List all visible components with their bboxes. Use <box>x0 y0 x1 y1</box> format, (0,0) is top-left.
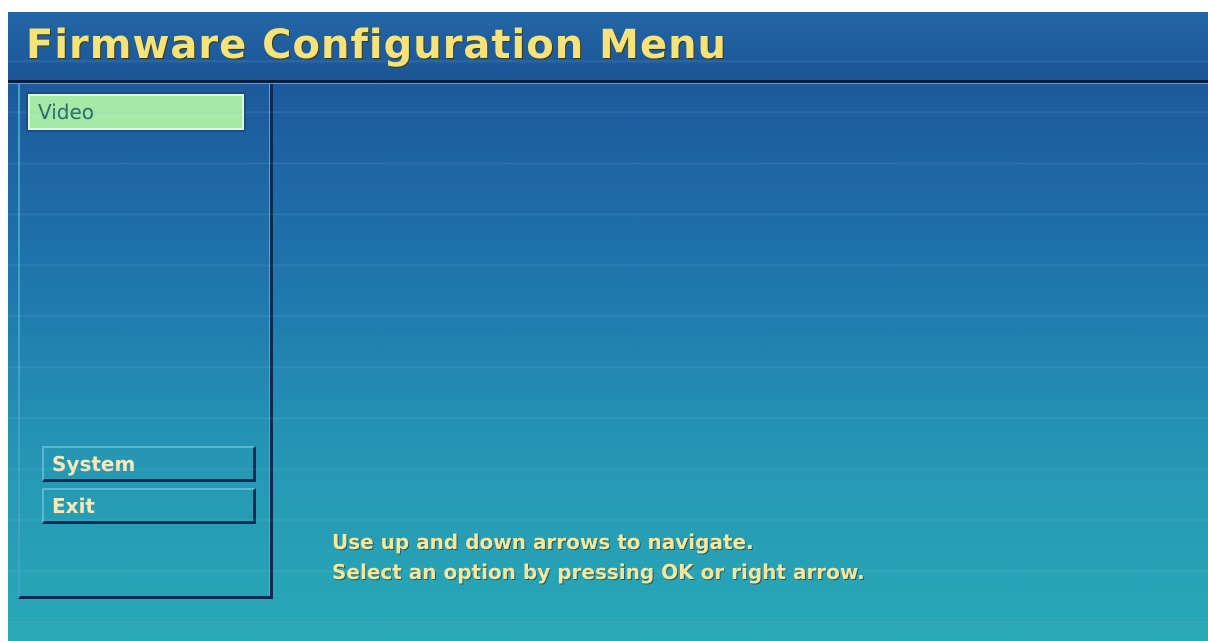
menu-item-exit[interactable]: Exit <box>42 488 256 524</box>
help-text-navigate: Use up and down arrows to navigate. <box>332 530 754 554</box>
firmware-screen: Firmware Configuration Menu Video System… <box>8 12 1208 641</box>
page-title: Firmware Configuration Menu <box>26 22 728 68</box>
title-bar: Firmware Configuration Menu <box>8 12 1208 83</box>
menu-item-system[interactable]: System <box>42 446 256 482</box>
help-text-select: Select an option by pressing OK or right… <box>332 560 865 584</box>
menu-item-video[interactable]: Video <box>26 92 246 132</box>
